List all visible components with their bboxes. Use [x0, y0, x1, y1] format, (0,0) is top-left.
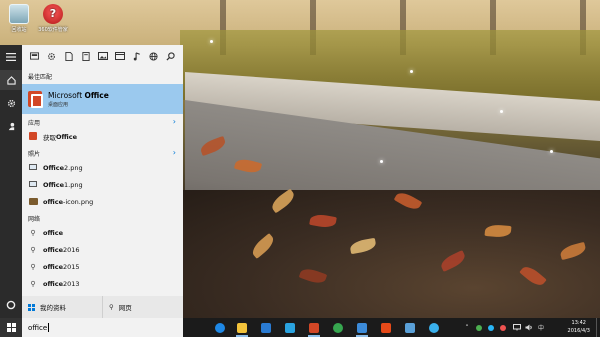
taskbar-app-edge[interactable] [212, 320, 228, 335]
wallpaper-sparkle [380, 160, 383, 163]
clock-date: 2016/4/3 [567, 328, 590, 334]
wallpaper-sparkle [500, 110, 503, 113]
result-web-office-2015[interactable]: ⚲ office 2015 [22, 259, 183, 275]
apps-filter-icon[interactable] [29, 50, 41, 62]
windows-icon [28, 303, 35, 311]
result-photo-office-icon[interactable]: office -icon.png [22, 194, 183, 210]
videos-filter-icon[interactable] [114, 50, 126, 62]
edge-icon [215, 322, 225, 333]
taskbar-app-ie[interactable] [426, 320, 442, 335]
taskbar-app-word[interactable] [306, 320, 322, 337]
recycle-bin-icon [9, 4, 29, 24]
wallpaper-sparkle [550, 150, 553, 153]
desktop-icon-label: 360软件管家 [38, 27, 68, 33]
result-web-office-2016[interactable]: ⚲ office 2016 [22, 242, 183, 258]
home-icon[interactable] [0, 70, 22, 90]
apps-section-header: 应用 › [28, 117, 176, 127]
word-icon [309, 322, 319, 333]
desktop-icon-recycle-bin[interactable]: 回收站 [2, 4, 36, 33]
taskbar-app-photos[interactable] [402, 320, 418, 335]
photos-filter-icon[interactable] [97, 50, 109, 62]
software-manager-icon [43, 4, 63, 24]
image-file-icon [28, 164, 38, 172]
settings-gear-icon[interactable] [0, 93, 22, 113]
image-folder-icon [28, 197, 38, 207]
my-stuff-button[interactable]: 我的资料 [22, 296, 102, 318]
desktop-icon-label: 回收站 [11, 27, 27, 33]
input-method-icon[interactable]: 中 [536, 318, 546, 337]
tray-app-icon[interactable] [486, 318, 496, 337]
cortana-circle-icon[interactable] [0, 295, 22, 315]
best-match-title: Microsoft Office [48, 90, 109, 100]
taskbar-app-360-browser[interactable] [330, 320, 346, 335]
folders-filter-icon[interactable] [80, 50, 92, 62]
search-icon: ⚲ [30, 280, 36, 288]
office-icon [381, 322, 391, 333]
store-icon [261, 322, 271, 333]
feedback-person-icon[interactable] [0, 116, 22, 136]
image-file-icon [28, 181, 38, 189]
show-desktop-button[interactable] [596, 318, 600, 337]
wallpaper-sparkle [210, 40, 213, 43]
search-filter-bar [22, 45, 183, 67]
file-explorer-icon [237, 322, 247, 333]
web-section-header: 网络 [28, 215, 41, 223]
result-web-office-2013[interactable]: ⚲ office 2013 [22, 276, 183, 292]
result-get-office[interactable]: 获取 Office [22, 129, 183, 145]
search-icon: ⚲ [30, 229, 36, 237]
search-icon[interactable] [165, 50, 177, 62]
start-button[interactable] [0, 318, 22, 337]
microsoft-office-icon [28, 91, 43, 108]
internet-explorer-icon [429, 322, 439, 333]
volume-icon[interactable] [524, 318, 534, 337]
taskbar-app-office[interactable] [378, 320, 394, 335]
best-match-subtitle: 桌面应用 [48, 101, 69, 108]
text-caret [48, 323, 50, 332]
search-icon: ⚲ [30, 263, 36, 271]
store-bag-icon [357, 322, 367, 333]
taskbar-app-store-2[interactable] [354, 320, 370, 337]
mail-icon [285, 322, 295, 333]
chevron-right-icon[interactable]: › [173, 148, 176, 157]
result-photo-office-1[interactable]: Office 1.png [22, 177, 183, 193]
taskbar-app-file-explorer[interactable] [234, 320, 250, 337]
desktop-icon-software-manager[interactable]: 360软件管家 [36, 4, 70, 33]
result-photo-office-2[interactable]: Office 2.png [22, 160, 183, 176]
documents-filter-icon[interactable] [63, 50, 75, 62]
tray-app-icon[interactable] [474, 318, 484, 337]
start-left-rail [0, 45, 22, 318]
hamburger-menu-icon[interactable] [0, 47, 22, 67]
result-web-office[interactable]: ⚲ office [22, 225, 183, 241]
taskbar-search-box[interactable]: office [22, 318, 183, 337]
search-scope-bar: 我的资料 ⚲ 网页 [22, 296, 183, 318]
browser-360-icon [333, 322, 343, 333]
web-search-button[interactable]: ⚲ 网页 [102, 296, 183, 318]
taskbar-app-store[interactable] [258, 320, 274, 335]
taskbar: office ˄ 中 13:42 2016/4/3 [0, 318, 600, 337]
photos-icon [405, 322, 415, 333]
windows-logo-icon [6, 323, 16, 332]
search-icon: ⚲ [30, 246, 36, 254]
network-icon[interactable] [512, 318, 522, 337]
wallpaper-road [180, 190, 600, 330]
search-results-panel: 最佳匹配 Microsoft Office 桌面应用 应用 › 获取 Offic… [22, 67, 183, 296]
search-icon: ⚲ [109, 303, 114, 311]
best-match-header: 最佳匹配 [28, 73, 53, 81]
settings-filter-icon[interactable] [46, 50, 58, 62]
clock-time: 13:42 [571, 320, 586, 326]
tray-app-icon[interactable] [498, 318, 508, 337]
music-filter-icon[interactable] [131, 50, 143, 62]
photos-section-header: 照片 › [28, 148, 176, 158]
wallpaper-sparkle [410, 70, 413, 73]
office-app-icon [28, 132, 38, 142]
taskbar-app-mail[interactable] [282, 320, 298, 335]
best-match-microsoft-office[interactable]: Microsoft Office 桌面应用 [22, 84, 183, 114]
web-filter-icon[interactable] [148, 50, 160, 62]
tray-chevron-up-icon[interactable]: ˄ [462, 318, 472, 337]
chevron-right-icon[interactable]: › [173, 117, 176, 126]
taskbar-clock[interactable]: 13:42 2016/4/3 [568, 319, 590, 335]
